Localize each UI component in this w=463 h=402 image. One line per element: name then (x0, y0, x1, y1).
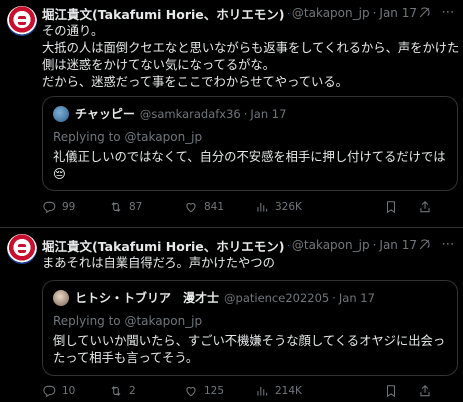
timeline-feed: 堀江貴文(Takafumi Horie、ホリエモン) @takapon_jp ·… (0, 0, 463, 402)
author-handle[interactable]: @takapon_jp (292, 6, 370, 20)
replying-to-handle[interactable]: @takapon_jp (124, 130, 202, 144)
views-icon (257, 202, 268, 212)
quoted-tweet[interactable]: ヒトシ・トブリア 漫才士 @patience202205 · Jan 17 Re… (42, 280, 458, 376)
author-name[interactable]: 堀江貴文(Takafumi Horie、ホリエモン) (42, 236, 285, 255)
replying-to-handle[interactable]: @takapon_jp (124, 314, 202, 328)
separator-dot: · (332, 290, 336, 305)
timestamp[interactable]: Jan 17 (379, 6, 417, 20)
like-count: 841 (204, 201, 225, 213)
tweet-header: 堀江貴文(Takafumi Horie、ホリエモン) @takapon_jp ·… (42, 236, 455, 254)
action-bar: 10 2 125 214K (42, 383, 455, 399)
tweet-text: まあそれは自業自得だろ。声かけたやつの (42, 255, 453, 272)
avatar[interactable] (7, 6, 37, 36)
separator-dot: · (372, 238, 377, 252)
views-icon (257, 386, 268, 396)
replying-to-label: Replying to (53, 130, 125, 144)
replying-to: Replying to @takapon_jp (53, 130, 202, 144)
quoted-text: 礼儀正しいのではなくて、自分の不安感を相手に押し付けてるだけでは 😔 (53, 149, 449, 183)
quoted-avatar (53, 289, 69, 306)
quoted-tweet[interactable]: チャッピー @samkaradafx36 · Jan 17 Replying t… (42, 96, 458, 191)
quoted-header: ヒトシ・トブリア 漫才士 @patience202205 · Jan 17 (53, 289, 447, 306)
bookmark-button[interactable] (384, 384, 398, 398)
views-count: 326K (275, 201, 302, 213)
tweet-text-line: 側は迷惑をかけてない気になってるがな。 (42, 58, 276, 72)
reply-button[interactable]: 10 (42, 384, 75, 398)
views-button[interactable]: 214K (255, 384, 302, 398)
tweet-text-line: だから、迷惑だって事をここでわからせてやっている。 (42, 75, 348, 89)
tweet-text-line: その通り。 (42, 24, 104, 38)
tweet-text-line: まあそれは自業自得だろ。声かけたやつの (42, 256, 275, 270)
share-icon (420, 201, 430, 213)
bookmark-button[interactable] (384, 200, 398, 214)
share-button[interactable] (418, 200, 432, 214)
quoted-author-name: チャッピー (75, 107, 135, 121)
bookmark-icon (386, 385, 396, 398)
quoted-text-line: 礼儀正しいのではなくて、自分の不安感を相手に押し付けてるだけでは (53, 150, 446, 164)
repost-icon (111, 202, 121, 212)
author-handle[interactable]: @takapon_jp (292, 238, 370, 252)
quoted-author-name: ヒトシ・トブリア 漫才士 (75, 291, 220, 305)
like-button[interactable]: 841 (184, 200, 224, 214)
quoted-timestamp: Jan 17 (338, 290, 375, 305)
reply-icon (43, 201, 56, 214)
quoted-text-line: 😔 (53, 167, 66, 181)
reply-count: 10 (62, 385, 76, 397)
replying-to: Replying to @takapon_jp (53, 314, 202, 328)
quoted-text-line: 倒していいか聞いたら、すごい不機嫌そうな顔してくるオヤジに出会っ (53, 334, 446, 348)
grok-icon[interactable] (417, 6, 431, 20)
quoted-author-handle: @patience202205 (224, 290, 330, 305)
like-icon (186, 387, 196, 397)
quoted-author-handle: @samkaradafx36 (139, 106, 241, 121)
reply-count: 99 (62, 201, 76, 213)
avatar[interactable] (7, 234, 37, 264)
grok-icon[interactable] (417, 238, 431, 252)
like-button[interactable]: 125 (184, 384, 224, 398)
action-bar: 99 87 841 326K (42, 199, 455, 215)
reply-icon (43, 385, 56, 398)
tweet[interactable]: 堀江貴文(Takafumi Horie、ホリエモン) @takapon_jp ·… (0, 0, 463, 228)
more-icon[interactable]: ⋯ (441, 6, 455, 20)
share-button[interactable] (418, 384, 432, 398)
like-icon (186, 203, 196, 213)
views-button[interactable]: 326K (255, 200, 302, 214)
repost-button[interactable]: 2 (109, 384, 136, 398)
repost-count: 87 (129, 201, 143, 213)
reply-button[interactable]: 99 (42, 200, 75, 214)
like-count: 125 (204, 385, 225, 397)
more-icon[interactable]: ⋯ (441, 238, 455, 252)
bookmark-icon (386, 201, 396, 214)
views-count: 214K (275, 385, 302, 397)
tweet[interactable]: 堀江貴文(Takafumi Horie、ホリエモン) @takapon_jp ·… (0, 228, 463, 402)
verified-badge-icon (287, 12, 289, 14)
tweet-header: 堀江貴文(Takafumi Horie、ホリエモン) @takapon_jp ·… (42, 4, 455, 22)
separator-dot: · (372, 6, 377, 20)
repost-button[interactable]: 87 (109, 200, 142, 214)
timestamp[interactable]: Jan 17 (379, 238, 417, 252)
quoted-text-line: たって相手も言ってそう。 (53, 351, 199, 365)
separator-dot: · (243, 106, 248, 121)
verified-badge-icon (287, 244, 289, 246)
replying-to-label: Replying to (53, 314, 125, 328)
quoted-text: 倒していいか聞いたら、すごい不機嫌そうな顔してくるオヤジに出会っ たって相手も言… (53, 333, 449, 367)
tweet-text: その通り。 大抵の人は面倒クセエなと思いながらも返事をしてくれるから、声をかけた… (42, 23, 460, 91)
quoted-timestamp: Jan 17 (250, 106, 287, 121)
author-name[interactable]: 堀江貴文(Takafumi Horie、ホリエモン) (42, 4, 285, 23)
share-icon (420, 385, 430, 397)
repost-count: 2 (129, 385, 136, 397)
repost-icon (111, 386, 121, 396)
quoted-header: チャッピー @samkaradafx36 · Jan 17 (53, 105, 447, 122)
tweet-text-line: 大抵の人は面倒クセエなと思いながらも返事をしてくれるから、声をかけた (42, 41, 460, 55)
quoted-avatar (53, 105, 69, 122)
